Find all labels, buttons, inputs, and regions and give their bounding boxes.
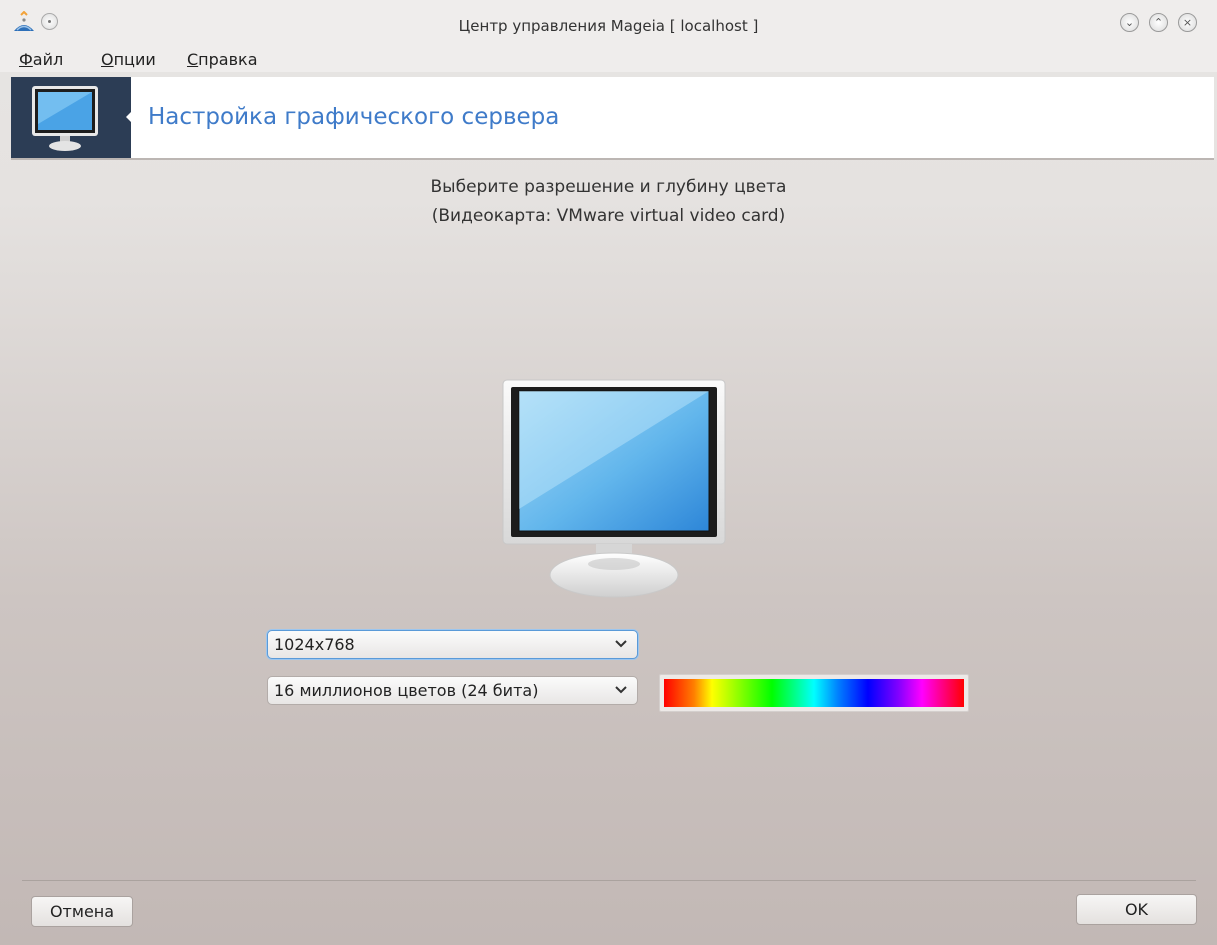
menu-bar: Файл Опции Справка bbox=[0, 48, 1217, 72]
minimize-button[interactable]: ⌄ bbox=[1120, 13, 1139, 32]
resolution-value: 1024x768 bbox=[274, 635, 355, 654]
menu-help[interactable]: Справка bbox=[187, 50, 258, 69]
chevron-down-icon: ⌄ bbox=[1124, 16, 1135, 29]
window-title: Центр управления Mageia [ localhost ] bbox=[458, 17, 759, 35]
header-divider bbox=[11, 158, 1214, 160]
menu-file[interactable]: Файл bbox=[19, 50, 63, 69]
color-depth-select[interactable]: 16 миллионов цветов (24 бита) bbox=[267, 676, 638, 705]
color-depth-value: 16 миллионов цветов (24 бита) bbox=[274, 681, 539, 700]
menu-options[interactable]: Опции bbox=[101, 50, 156, 69]
page-title: Настройка графического сервера bbox=[148, 104, 560, 130]
app-window: Центр управления Mageia [ localhost ] ⌄ … bbox=[0, 0, 1217, 945]
monitor-icon bbox=[32, 86, 98, 151]
resolution-select[interactable]: 1024x768 bbox=[267, 630, 638, 659]
title-bar: Центр управления Mageia [ localhost ] ⌄ … bbox=[0, 0, 1217, 48]
close-button[interactable]: × bbox=[1178, 13, 1197, 32]
footer-divider bbox=[22, 880, 1196, 881]
header-banner: Настройка графического сервера bbox=[11, 77, 1214, 158]
chevron-up-icon: ⌃ bbox=[1153, 16, 1164, 29]
maximize-button[interactable]: ⌃ bbox=[1149, 13, 1168, 32]
prompt-text: Выберите разрешение и глубину цвета bbox=[430, 177, 787, 197]
color-spectrum-bar bbox=[664, 679, 964, 707]
cancel-button[interactable]: Отмена bbox=[31, 896, 133, 927]
header-notch bbox=[126, 99, 144, 135]
header-icon-box bbox=[11, 77, 144, 158]
color-spectrum-frame bbox=[659, 674, 969, 712]
ok-button[interactable]: OK bbox=[1076, 894, 1197, 925]
chevron-down-icon bbox=[615, 640, 627, 648]
chevron-down-icon bbox=[615, 686, 627, 694]
close-icon: × bbox=[1182, 16, 1193, 29]
video-card-text: (Видеокарта: VMware virtual video card) bbox=[431, 206, 786, 226]
monitor-preview-icon bbox=[502, 379, 726, 598]
